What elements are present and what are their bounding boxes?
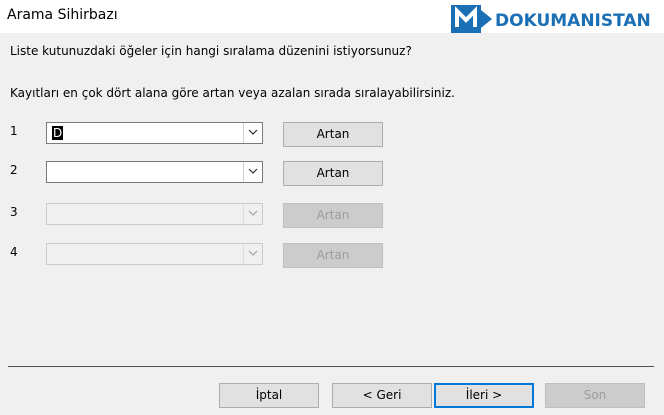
dropdown-button-3 <box>243 204 262 224</box>
title-bar: Arama Sihirbazı DOKUMANISTAN <box>0 0 664 33</box>
logo-text: DOKUMANISTAN <box>495 11 651 31</box>
dropdown-button-4 <box>243 244 262 264</box>
finish-button: Son <box>545 383 645 408</box>
back-button[interactable]: < Geri <box>332 383 432 408</box>
chevron-down-icon <box>248 168 258 174</box>
chevron-down-icon <box>248 129 258 135</box>
cancel-button[interactable]: İptal <box>219 383 319 408</box>
sort-order-button-3: Artan <box>283 203 383 228</box>
sort-field-combo-2[interactable] <box>46 161 263 183</box>
sort-prompt: Liste kutunuzdaki öğeler için hangi sıra… <box>10 44 412 58</box>
sort-field-value-1: D <box>52 126 64 140</box>
sort-field-combo-1[interactable]: D <box>46 122 263 144</box>
sort-field-combo-4 <box>46 243 263 265</box>
sort-row-number-3: 3 <box>10 205 18 219</box>
sort-order-button-2[interactable]: Artan <box>283 161 383 186</box>
sort-info: Kayıtları en çok dört alana göre artan v… <box>10 86 455 100</box>
sort-row-number-4: 4 <box>10 245 18 259</box>
dropdown-button-2[interactable] <box>243 162 262 182</box>
sort-row-number-1: 1 <box>10 124 18 138</box>
sort-field-combo-3 <box>46 203 263 225</box>
window-title: Arama Sihirbazı <box>7 7 118 23</box>
chevron-down-icon <box>248 250 258 256</box>
next-button[interactable]: İleri > <box>434 383 534 408</box>
dokumanistan-logo: DOKUMANISTAN <box>450 4 660 34</box>
divider <box>8 366 654 367</box>
dropdown-button-1[interactable] <box>243 123 262 143</box>
sort-order-button-4: Artan <box>283 243 383 268</box>
chevron-down-icon <box>248 210 258 216</box>
sort-row-number-2: 2 <box>10 163 18 177</box>
sort-order-button-1[interactable]: Artan <box>283 122 383 147</box>
